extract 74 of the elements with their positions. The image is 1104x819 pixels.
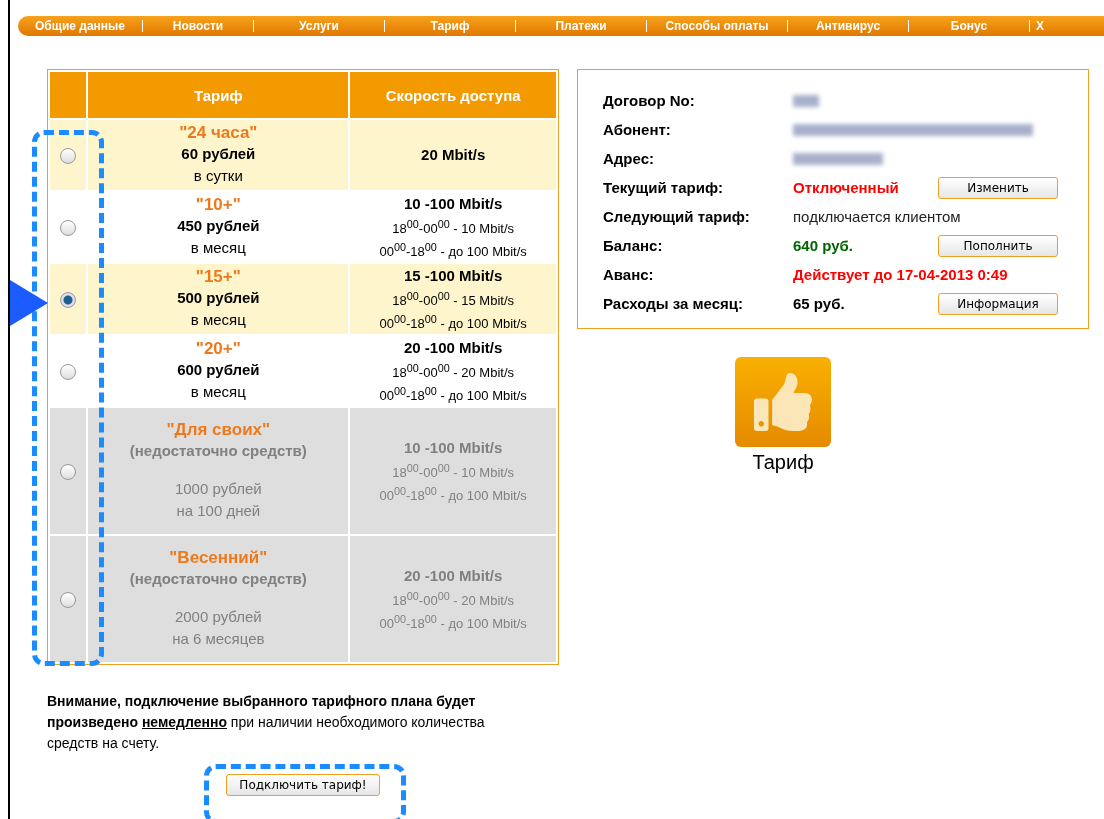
nav-link[interactable]: Антивирус (788, 19, 908, 33)
account-label: Аванс: (603, 266, 655, 283)
tariff-price: 1000 рублей (173, 479, 263, 499)
action-button[interactable]: Изменить (938, 176, 1058, 199)
account-value: подключается клиентом (793, 208, 962, 225)
speed-schedule: 18$^{00}$-00$^{00}$ - 20 Mbit/s (391, 588, 515, 610)
account-label: Абонент: (603, 121, 672, 138)
tariff-name: "20+" (194, 339, 242, 359)
tariff-period: на 6 месяцев (171, 629, 266, 649)
account-label: Адрес: (603, 150, 655, 167)
nav-link[interactable]: Тариф (385, 19, 515, 33)
speed-text: 15 -100 Mbit/s (403, 265, 504, 286)
column-header: Скорость доступа (350, 72, 556, 118)
speed-schedule: 00$^{00}$-18$^{00}$ - до 100 Mbit/s (378, 484, 528, 506)
account-value: 640 руб. (793, 237, 854, 254)
speed-schedule: 00$^{00}$-18$^{00}$ - до 100 Mbit/s (378, 240, 528, 262)
blurred-value (793, 94, 819, 107)
nav-link[interactable]: Способы оплаты (647, 19, 787, 33)
account-label: Расходы за месяц: (603, 295, 745, 312)
radio-button[interactable] (60, 147, 77, 164)
tariff-price: 450 рублей (176, 216, 261, 236)
tariff-price: 60 рублей (180, 144, 257, 164)
pointer-arrow-icon (10, 280, 48, 326)
tariff-period: в месяц (189, 238, 247, 258)
tariff-name: "24 часа" (178, 123, 259, 143)
tariff-note: (недостаточно средств) (128, 569, 308, 589)
nav-link[interactable]: Платежи (516, 19, 646, 33)
radio-button[interactable] (60, 363, 77, 380)
tile-label: Тариф (752, 451, 814, 474)
account-value: 65 руб. (793, 295, 846, 312)
nav-link[interactable]: Бонус (909, 19, 1029, 33)
tariff-name: "Для своих" (165, 420, 272, 440)
speed-text: 20 -100 Mbit/s (403, 565, 504, 586)
speed-schedule: 18$^{00}$-00$^{00}$ - 15 Mbit/s (391, 288, 515, 310)
tariff-note: (недостаточно средств) (128, 441, 308, 461)
thumbs-up-icon[interactable] (735, 357, 831, 447)
speed-schedule: 00$^{00}$-18$^{00}$ - до 100 Mbit/s (378, 612, 528, 634)
table-header (50, 72, 87, 118)
action-button[interactable]: Информация (938, 292, 1058, 315)
connect-tariff-button[interactable]: Подключить тариф! (226, 774, 380, 796)
tariff-name: "Весенний" (168, 548, 269, 568)
speed-schedule: 18$^{00}$-00$^{00}$ - 10 Mbit/s (391, 460, 515, 482)
radio-button[interactable] (60, 291, 77, 308)
tariff-period: на 100 дней (175, 501, 262, 521)
tariff-name: "15+" (194, 267, 242, 287)
tariff-period: в сутки (192, 166, 244, 186)
speed-schedule: 00$^{00}$-18$^{00}$ - до 100 Mbit/s (378, 384, 528, 406)
tariff-price: 2000 рублей (173, 607, 263, 627)
nav-link[interactable]: X (1030, 19, 1050, 33)
speed-schedule: 18$^{00}$-00$^{00}$ - 10 Mbit/s (391, 216, 515, 238)
account-label: Текущий тариф: (603, 179, 725, 196)
tariff-period: в месяц (189, 310, 247, 330)
account-label: Договор No: (603, 92, 696, 109)
account-value: Отключенный (793, 179, 900, 196)
radio-button[interactable] (60, 219, 77, 236)
speed-text: 10 -100 Mbit/s (403, 437, 504, 458)
account-label: Баланс: (603, 237, 664, 254)
notice-text: Внимание, подключение выбранного тарифного плана будет произведено немедленно при наличии необходимого количества средств на счету. (47, 692, 486, 753)
speed-text: 20 Mbit/s (420, 145, 487, 165)
nav-link[interactable]: Общие данные (18, 19, 142, 33)
speed-schedule: 00$^{00}$-18$^{00}$ - до 100 Mbit/s (378, 312, 528, 334)
account-label: Следующий тариф: (603, 208, 751, 225)
nav-link[interactable]: Новости (143, 19, 253, 33)
speed-schedule: 18$^{00}$-00$^{00}$ - 20 Mbit/s (391, 360, 515, 382)
account-value: Действует до 17-04-2013 0:49 (793, 266, 1009, 283)
column-header: Тариф (88, 72, 349, 118)
tariff-price: 500 рублей (176, 288, 261, 308)
tariff-name: "10+" (194, 195, 242, 215)
tariff-price: 600 рублей (176, 360, 261, 380)
speed-text: 20 -100 Mbit/s (403, 337, 504, 358)
tariff-period: в месяц (189, 382, 247, 402)
action-button[interactable]: Пополнить (938, 234, 1058, 257)
nav-link[interactable]: Услуги (254, 19, 384, 33)
speed-text: 10 -100 Mbit/s (403, 193, 504, 214)
